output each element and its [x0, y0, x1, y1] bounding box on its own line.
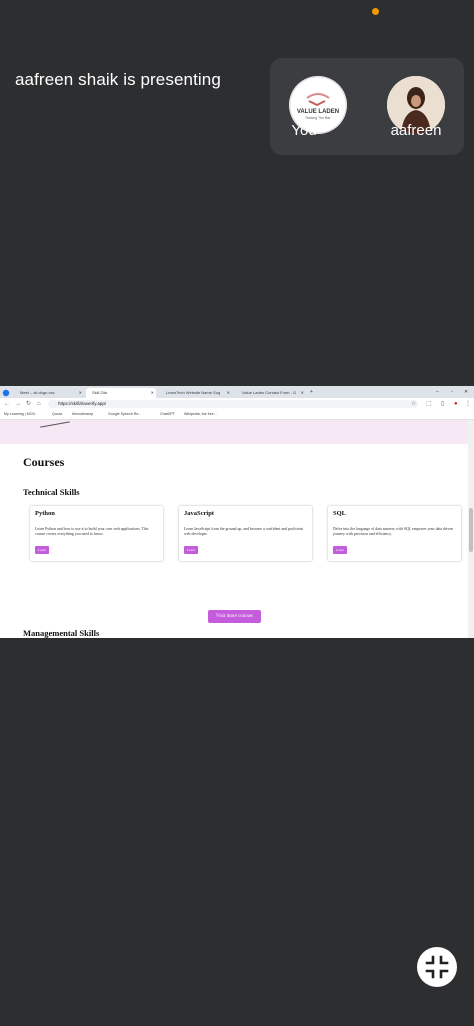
bookmark-item[interactable]: My Learning | MOV.. — [4, 410, 37, 419]
tab-label: Meet – zit-dxgn-vsc — [20, 390, 55, 395]
course-title: Python — [35, 510, 55, 517]
bookmark-item[interactable]: ChatGPT — [160, 410, 175, 419]
menu-icon[interactable]: ⋮ — [465, 400, 471, 408]
bookmarks-bar: My Learning | MOV.. Quora thenoderamp Go… — [0, 410, 474, 420]
home-icon[interactable]: ⌂ — [37, 400, 41, 408]
section-heading-managemental: Managemental Skills — [23, 628, 100, 638]
course-card-python: Python Learn Python and how to use it to… — [30, 506, 163, 561]
exit-fullscreen-button[interactable] — [417, 947, 457, 987]
course-title: JavaScript — [184, 510, 214, 517]
bookmark-star-icon[interactable]: ☆ — [411, 400, 416, 408]
close-icon[interactable]: ✕ — [79, 388, 82, 398]
course-card-sql: SQL Delve into the language of data mast… — [328, 506, 461, 561]
participant-name-you: You — [291, 122, 317, 139]
close-icon[interactable]: ✕ — [301, 388, 304, 398]
tab-label: Skill Zila — [92, 390, 107, 395]
profile-icon[interactable]: ● — [454, 400, 458, 408]
tab-label: LearnTech Website Name Sug — [166, 390, 221, 395]
mic-activity-indicator — [372, 8, 379, 15]
close-window-icon[interactable]: ✕ — [464, 386, 468, 398]
participant-tile-aafreen[interactable]: aafreen — [386, 76, 446, 139]
avatar-logo-subtext: Raising The Bar — [305, 116, 331, 120]
tab-learntech[interactable]: LearnTech Website Name Sug ✕ — [160, 388, 232, 398]
bookmark-item[interactable]: Wikipedia, the free... — [184, 410, 217, 419]
browser-tab-bar: Meet – zit-dxgn-vsc ✕ Skill Zila ✕ LearnTe… — [0, 386, 474, 398]
back-icon[interactable]: ← — [4, 400, 10, 408]
tab-label: Value Laden Contact Form - G — [242, 390, 297, 395]
maximize-icon[interactable]: ▫ — [451, 386, 453, 398]
address-bar[interactable]: https://skillzilaverify.app/ — [48, 400, 418, 408]
participant-name-aafreen: aafreen — [390, 122, 442, 139]
course-description: Delve into the language of data mastery … — [333, 527, 453, 536]
course-description: Learn Python and how to use it to build … — [35, 527, 149, 536]
close-icon[interactable]: ✕ — [227, 388, 230, 398]
tab-search-icon[interactable] — [2, 388, 12, 398]
webpage-content: Courses Technical Skills Python Learn Py… — [0, 420, 468, 638]
shared-screen: Meet – zit-dxgn-vsc ✕ Skill Zila ✕ LearnTe… — [0, 386, 474, 638]
section-heading-technical: Technical Skills — [23, 487, 80, 497]
avatar-logo-text: VALUE LADEN — [296, 109, 340, 115]
page-scrollbar[interactable] — [468, 420, 474, 638]
tab-value-laden[interactable]: Value Laden Contact Form - G ✕ — [236, 388, 306, 398]
tab-skill-zila[interactable]: Skill Zila ✕ — [86, 388, 156, 398]
sidepanel-icon[interactable]: ▯ — [441, 400, 444, 408]
presenting-banner: aafreen shaik is presenting — [15, 70, 221, 89]
new-tab-icon[interactable]: + — [310, 386, 313, 398]
page-title: Courses — [23, 455, 65, 469]
tab-meet[interactable]: Meet – zit-dxgn-vsc ✕ — [14, 388, 84, 398]
participant-tile-you[interactable]: VALUE LADEN Raising The Bar You — [288, 76, 348, 139]
bookmark-item[interactable]: thenoderamp — [72, 410, 93, 419]
course-description: Learn JavaScript from the ground up, and… — [184, 527, 304, 536]
course-card-javascript: JavaScript Learn JavaScript from the gro… — [179, 506, 312, 561]
bookmark-item[interactable]: Quora — [52, 410, 62, 419]
visit-more-courses-button[interactable]: Visit more courses — [208, 610, 261, 623]
learn-button[interactable]: Learn — [333, 546, 347, 554]
hero-decoration — [40, 421, 70, 428]
exit-fullscreen-icon — [425, 955, 449, 979]
hero-section — [0, 420, 468, 444]
reload-icon[interactable]: ↻ — [26, 400, 31, 408]
course-title: SQL — [333, 510, 347, 517]
learn-button[interactable]: Learn — [184, 546, 198, 554]
minimize-icon[interactable]: – — [436, 386, 439, 398]
bookmark-item[interactable]: Google Speech Re... — [108, 410, 141, 419]
close-icon[interactable]: ✕ — [151, 388, 154, 398]
forward-icon[interactable]: → — [15, 400, 21, 408]
participant-tiles: VALUE LADEN Raising The Bar You aafreen — [270, 58, 464, 155]
toolbar: ← → ↻ ⌂ https://skillzilaverify.app/ ☆ ⬚… — [0, 398, 474, 410]
extensions-icon[interactable]: ⬚ — [426, 400, 432, 408]
scrollbar-thumb[interactable] — [469, 508, 473, 552]
learn-button[interactable]: Learn — [35, 546, 49, 554]
